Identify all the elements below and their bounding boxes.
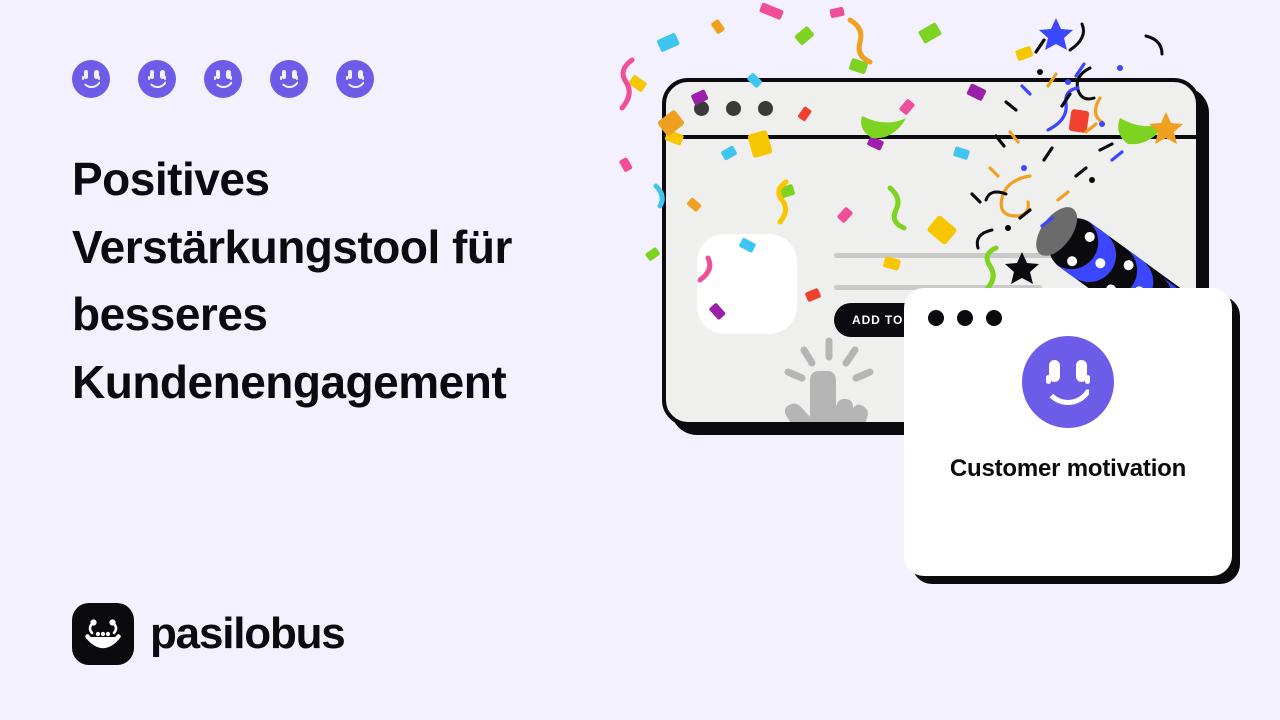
- window-dot: [694, 101, 709, 116]
- hero-slide: Positives Verstärkungstool für besseres …: [0, 0, 1280, 720]
- smiley-face-icon: [72, 60, 110, 98]
- smiley-face-icon: [336, 60, 374, 98]
- card-window-dots: [904, 288, 1232, 326]
- window-dot: [758, 101, 773, 116]
- window-dot: [726, 101, 741, 116]
- hero-left-column: Positives Verstärkungstool für besseres …: [72, 58, 632, 416]
- page-title: Positives Verstärkungstool für besseres …: [72, 153, 512, 408]
- product-image-placeholder: [697, 234, 797, 334]
- card-face-wrap: [904, 336, 1232, 428]
- browser-title-bar: [666, 82, 1196, 139]
- window-dot: [957, 310, 973, 326]
- customer-motivation-card: Customer motivation: [904, 288, 1232, 576]
- window-dot: [986, 310, 1002, 326]
- smiley-face-icon: [270, 60, 308, 98]
- card-title: Customer motivation: [949, 455, 1187, 482]
- smiley-face-icon: [138, 60, 176, 98]
- window-dot: [928, 310, 944, 326]
- brand-name: pasilobus: [150, 609, 346, 658]
- smiley-face-icon: [1022, 336, 1114, 428]
- pointing-hand-cursor-icon: [766, 335, 886, 422]
- smiley-face-icon: [204, 60, 242, 98]
- pasilobus-laughing-face-logo-icon: [72, 603, 134, 665]
- rating-smiley-row: [72, 58, 632, 100]
- brand-logo: pasilobus: [72, 603, 346, 665]
